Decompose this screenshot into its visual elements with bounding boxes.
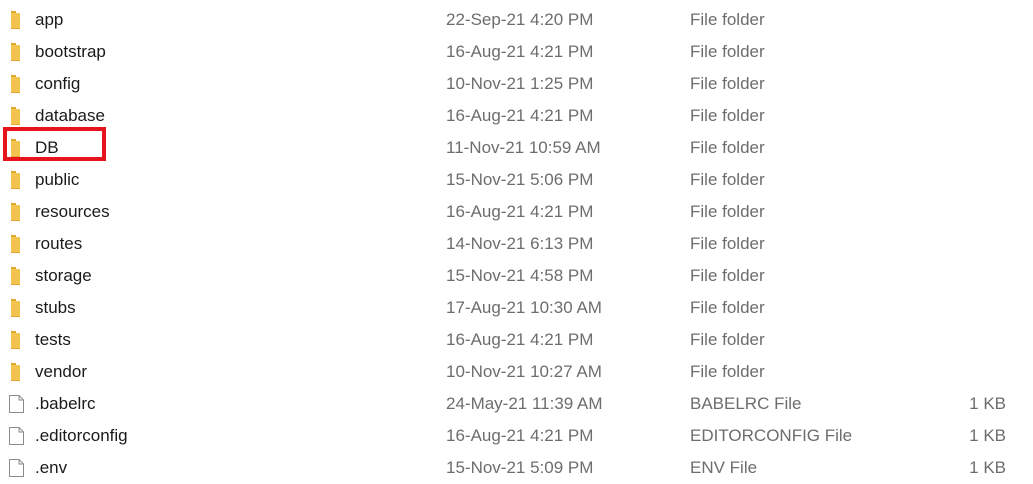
file-name: .editorconfig	[35, 426, 128, 445]
file-name: stubs	[35, 298, 76, 317]
file-date-modified: 16-Aug-21 4:21 PM	[446, 106, 594, 125]
file-list: app 22-Sep-21 4:20 PM File folder bootst…	[0, 4, 1033, 484]
file-row-bootstrap[interactable]: bootstrap 16-Aug-21 4:21 PM File folder	[0, 36, 1033, 68]
file-type: File folder	[690, 74, 765, 93]
file-size: 1 KB	[969, 394, 1006, 413]
file-date-modified: 16-Aug-21 4:21 PM	[446, 202, 594, 221]
folder-icon	[8, 266, 26, 286]
file-row-routes[interactable]: routes 14-Nov-21 6:13 PM File folder	[0, 228, 1033, 260]
file-type: File folder	[690, 362, 765, 381]
folder-icon	[8, 202, 26, 222]
file-date-modified: 10-Nov-21 1:25 PM	[446, 74, 594, 93]
folder-icon	[8, 74, 26, 94]
file-row-vendor[interactable]: vendor 10-Nov-21 10:27 AM File folder	[0, 356, 1033, 388]
file-icon	[8, 394, 26, 414]
file-type: File folder	[690, 42, 765, 61]
file-name: public	[35, 170, 80, 189]
file-type: File folder	[690, 170, 765, 189]
file-row-config[interactable]: config 10-Nov-21 1:25 PM File folder	[0, 68, 1033, 100]
file-date-modified: 24-May-21 11:39 AM	[446, 394, 603, 413]
file-name: config	[35, 74, 81, 93]
file-type: File folder	[690, 106, 765, 125]
file-date-modified: 15-Nov-21 5:09 PM	[446, 458, 594, 477]
file-name: bootstrap	[35, 42, 106, 61]
file-date-modified: 16-Aug-21 4:21 PM	[446, 42, 594, 61]
file-row-storage[interactable]: storage 15-Nov-21 4:58 PM File folder	[0, 260, 1033, 292]
file-row-db[interactable]: DB 11-Nov-21 10:59 AM File folder	[0, 132, 1033, 164]
file-type: ENV File	[690, 458, 758, 477]
file-type: File folder	[690, 330, 765, 349]
file-name: database	[35, 106, 105, 125]
file-date-modified: 15-Nov-21 5:06 PM	[446, 170, 594, 189]
file-date-modified: 14-Nov-21 6:13 PM	[446, 234, 594, 253]
file-row-resources[interactable]: resources 16-Aug-21 4:21 PM File folder	[0, 196, 1033, 228]
file-type: File folder	[690, 234, 765, 253]
folder-icon	[8, 106, 26, 126]
folder-icon	[8, 10, 26, 30]
file-row-tests[interactable]: tests 16-Aug-21 4:21 PM File folder	[0, 324, 1033, 356]
file-date-modified: 10-Nov-21 10:27 AM	[446, 362, 602, 381]
file-type: File folder	[690, 298, 765, 317]
file-type: BABELRC File	[690, 394, 802, 413]
folder-icon	[8, 362, 26, 382]
file-date-modified: 22-Sep-21 4:20 PM	[446, 10, 594, 29]
file-name: routes	[35, 234, 83, 253]
file-name: storage	[35, 266, 92, 285]
file-name: vendor	[35, 362, 87, 381]
file-date-modified: 15-Nov-21 4:58 PM	[446, 266, 594, 285]
file-name: .babelrc	[35, 394, 96, 413]
file-type: File folder	[690, 202, 765, 221]
file-type: File folder	[690, 138, 765, 157]
folder-icon	[8, 234, 26, 254]
file-row-babelrc[interactable]: .babelrc 24-May-21 11:39 AM BABELRC File…	[0, 388, 1033, 420]
folder-icon	[8, 298, 26, 318]
file-row-stubs[interactable]: stubs 17-Aug-21 10:30 AM File folder	[0, 292, 1033, 324]
file-icon	[8, 458, 26, 478]
file-name: resources	[35, 202, 110, 221]
highlight-annotation-box	[3, 127, 106, 161]
file-date-modified: 16-Aug-21 4:21 PM	[446, 426, 594, 445]
file-name: tests	[35, 330, 71, 349]
file-size: 1 KB	[969, 426, 1006, 445]
file-name: .env	[35, 458, 68, 477]
file-row-env[interactable]: .env 15-Nov-21 5:09 PM ENV File 1 KB	[0, 452, 1033, 484]
file-date-modified: 16-Aug-21 4:21 PM	[446, 330, 594, 349]
file-date-modified: 11-Nov-21 10:59 AM	[446, 138, 601, 157]
file-type: EDITORCONFIG File	[690, 426, 853, 445]
file-size: 1 KB	[969, 458, 1006, 477]
folder-icon	[8, 42, 26, 62]
file-name: app	[35, 10, 64, 29]
file-row-database[interactable]: database 16-Aug-21 4:21 PM File folder	[0, 100, 1033, 132]
file-row-public[interactable]: public 15-Nov-21 5:06 PM File folder	[0, 164, 1033, 196]
file-type: File folder	[690, 266, 765, 285]
file-type: File folder	[690, 10, 765, 29]
file-row-editorconfig[interactable]: .editorconfig 16-Aug-21 4:21 PM EDITORCO…	[0, 420, 1033, 452]
folder-icon	[8, 170, 26, 190]
file-icon	[8, 426, 26, 446]
folder-icon	[8, 330, 26, 350]
file-row-app[interactable]: app 22-Sep-21 4:20 PM File folder	[0, 4, 1033, 36]
file-date-modified: 17-Aug-21 10:30 AM	[446, 298, 602, 317]
